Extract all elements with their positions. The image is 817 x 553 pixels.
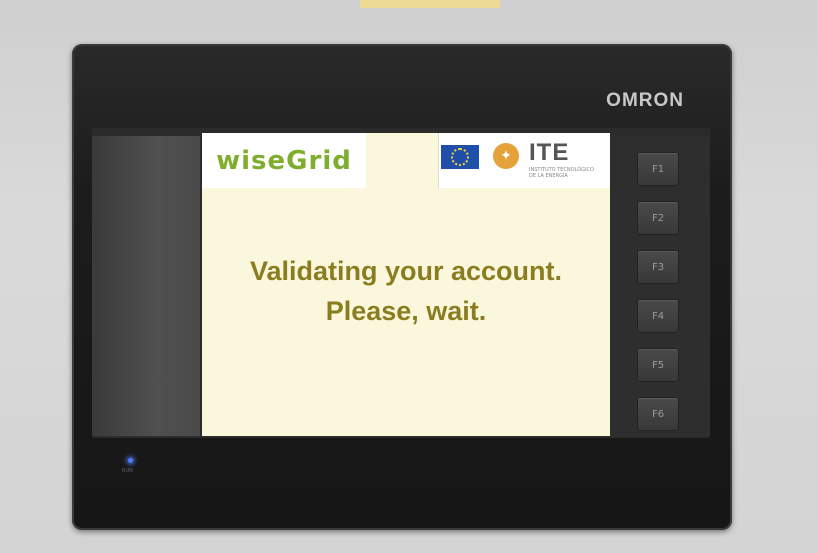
message-line-1: Validating your account. (249, 256, 563, 286)
function-key-f3[interactable]: F3 (637, 250, 679, 284)
hmi-device: OMRON wiseGrid ✦ ITE INSTITUTO TECNOLÓGI… (72, 44, 732, 530)
function-key-f4[interactable]: F4 (637, 299, 679, 333)
screen-header: wiseGrid ✦ ITE INSTITUTO TECNOLÓGICO DE … (202, 133, 610, 188)
touch-screen[interactable]: wiseGrid ✦ ITE INSTITUTO TECNOLÓGICO DE … (202, 133, 610, 436)
function-key-f2[interactable]: F2 (637, 201, 679, 235)
ite-emblem-icon: ✦ (493, 143, 519, 169)
function-key-f6[interactable]: F6 (637, 397, 679, 431)
ite-logo-text: ITE (529, 139, 570, 166)
left-panel (92, 136, 200, 436)
wisegrid-logo: wiseGrid (202, 133, 366, 188)
brand-logo: OMRON (606, 90, 684, 111)
led-label: RUN (122, 468, 133, 474)
wisegrid-logo-text: wiseGrid (216, 145, 352, 176)
message-line-2: Please, wait. (325, 296, 487, 326)
function-key-f5[interactable]: F5 (637, 348, 679, 382)
wall-background-strip (360, 0, 500, 8)
status-message: Validating your account. Please, wait. (202, 251, 610, 331)
function-key-f1[interactable]: F1 (637, 152, 679, 186)
function-keys: F1 F2 F3 F4 F5 F6 (637, 152, 681, 446)
ite-logo-subtext: INSTITUTO TECNOLÓGICO DE LA ENERGÍA (529, 167, 594, 179)
eu-flag-icon (441, 145, 479, 169)
partner-logos: ✦ ITE INSTITUTO TECNOLÓGICO DE LA ENERGÍ… (438, 133, 610, 188)
run-led-indicator (128, 458, 133, 463)
